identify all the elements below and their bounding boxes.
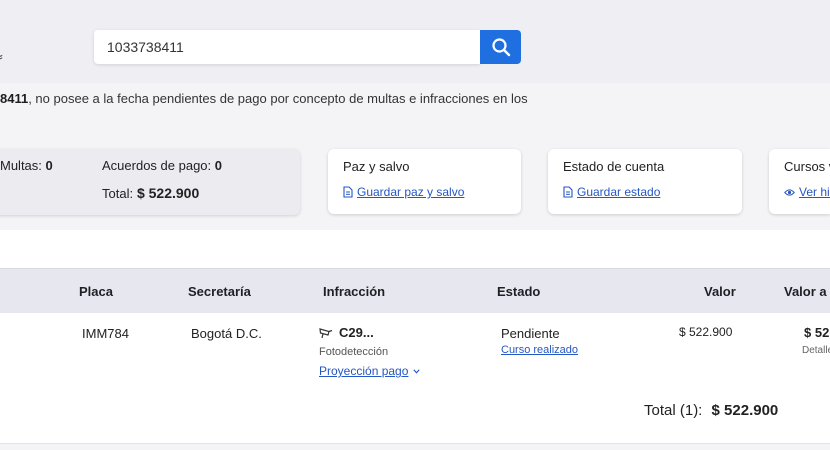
- acuerdos-value: 0: [214, 158, 222, 173]
- guardar-estado-link[interactable]: Guardar estado: [563, 185, 660, 199]
- chevron-down-icon: [413, 368, 420, 374]
- cell-infraccion: C29...: [319, 325, 374, 340]
- table-body: IMM784 Bogotá D.C. C29... Fotodetección …: [0, 313, 830, 444]
- ver-historial-link[interactable]: Ver his: [784, 185, 830, 199]
- estado-cuenta-title: Estado de cuenta: [563, 159, 665, 174]
- header-secretaria: Secretaría: [188, 284, 251, 299]
- estado-cuenta-card: Estado de cuenta Guardar estado: [548, 149, 742, 214]
- ver-historial-label: Ver his: [799, 185, 830, 199]
- header-placa: Placa: [79, 284, 113, 299]
- notice-text: , no posee a la fecha pendientes de pago…: [28, 91, 528, 106]
- header-estado: Estado: [497, 284, 541, 299]
- header-valor: Valor: [704, 284, 736, 299]
- header-valor-a-pagar: Valor a p: [784, 284, 830, 299]
- document-icon: [563, 186, 573, 198]
- search-input[interactable]: [105, 38, 480, 56]
- infraccion-code: C29...: [339, 325, 374, 340]
- proyeccion-pago-label: Proyección pago: [319, 364, 409, 378]
- summary-card: Multas: 0 Acuerdos de pago: 0 Total: $ 5…: [0, 149, 300, 215]
- cursos-card: Cursos v Ver his: [769, 149, 830, 214]
- guardar-paz-y-salvo-link[interactable]: Guardar paz y salvo: [343, 185, 464, 199]
- multas-value: 0: [45, 158, 53, 173]
- notice-document-fragment: 8411: [0, 91, 29, 106]
- document-icon: [343, 186, 353, 198]
- acuerdos-stat: Acuerdos de pago: 0: [102, 158, 222, 173]
- cell-placa: IMM784: [82, 326, 129, 341]
- cell-valor-a-pagar: $ 52: [804, 325, 830, 340]
- cell-estado: Pendiente: [501, 326, 560, 341]
- table-total-label: Total (1):: [644, 402, 703, 419]
- guardar-estado-label: Guardar estado: [577, 185, 661, 199]
- table-total: Total (1): $ 522.900: [644, 402, 778, 419]
- detalle-link[interactable]: Detalle: [802, 345, 830, 356]
- total-label: Total:: [102, 186, 134, 201]
- header-infraccion: Infracción: [323, 284, 386, 299]
- truncated-label: ⸗: [0, 48, 3, 64]
- acuerdos-label: Acuerdos de pago:: [102, 158, 212, 173]
- proyeccion-pago-link[interactable]: Proyección pago: [319, 364, 420, 378]
- search-field[interactable]: [94, 30, 480, 64]
- paz-y-salvo-card: Paz y salvo Guardar paz y salvo: [328, 149, 521, 214]
- curso-realizado-link[interactable]: Curso realizado: [501, 344, 578, 356]
- cell-valor: $ 522.900: [679, 325, 733, 339]
- camera-icon: [319, 327, 333, 338]
- search-button[interactable]: [480, 30, 521, 64]
- spacer-band: [0, 230, 830, 268]
- total-stat: Total: $ 522.900: [102, 185, 199, 201]
- multas-label: Multas:: [0, 158, 42, 173]
- eye-icon: [784, 188, 795, 196]
- table-total-value: $ 522.900: [711, 402, 779, 419]
- result-notice: 8411, no posee a la fecha pendientes de …: [0, 91, 528, 106]
- search-icon: [491, 38, 510, 57]
- table-header: Placa Secretaría Infracción Estado Valor…: [0, 268, 830, 314]
- multas-stat: Multas: 0: [0, 158, 53, 173]
- cell-secretaria: Bogotá D.C.: [191, 326, 262, 341]
- total-value: $ 522.900: [136, 185, 200, 201]
- cursos-title: Cursos v: [784, 159, 830, 174]
- infraccion-tipo: Fotodetección: [319, 346, 389, 358]
- guardar-paz-y-salvo-label: Guardar paz y salvo: [357, 185, 465, 199]
- paz-y-salvo-title: Paz y salvo: [343, 159, 410, 174]
